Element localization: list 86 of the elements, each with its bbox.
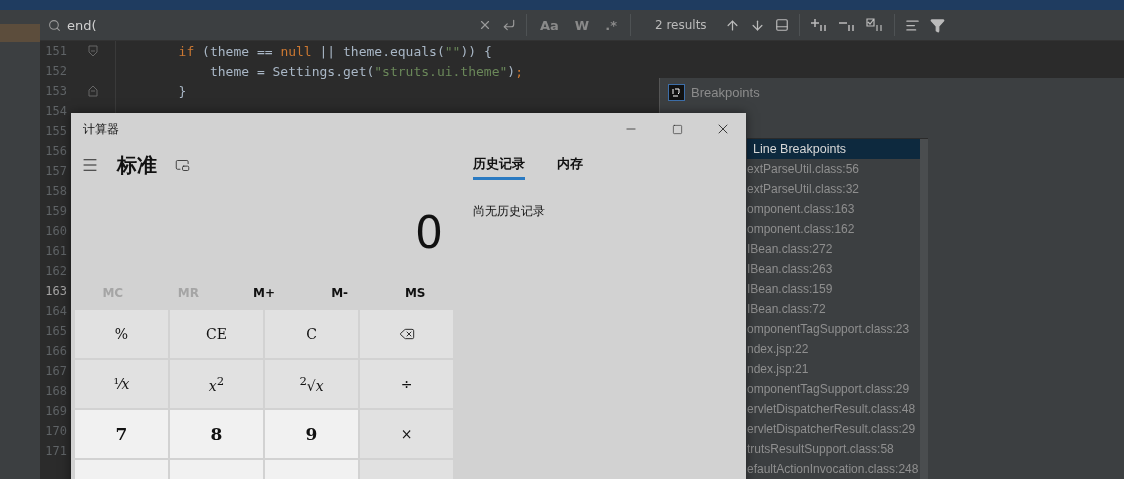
panel-tab[interactable]: 内存 [557,150,583,180]
line-number: 157 [44,164,67,178]
lines-icon[interactable] [904,17,920,33]
arrow-down-icon[interactable] [749,17,765,33]
search-icon [48,18,61,32]
memory-button[interactable]: MS [398,285,432,301]
line-number: 169 [44,404,67,418]
line-number: 162 [44,264,67,278]
scrollbar[interactable] [920,139,929,479]
menu-icon[interactable] [81,156,99,174]
line-number: 168 [44,384,67,398]
backspace-icon [398,326,415,342]
panel-tab[interactable]: 历史记录 [473,150,525,180]
filter-icon[interactable] [929,17,945,33]
breakpoint-item[interactable]: IBean.class:72 [747,299,921,319]
breakpoint-item[interactable]: ervletDispatcherResult.class:29 [747,419,921,439]
tree-group-item[interactable]: Line Breakpoints [747,139,921,159]
search-field[interactable]: end( [48,10,468,40]
breakpoint-item[interactable]: efaultActionInvocation.class:248 [747,459,921,479]
line-number: 166 [44,344,67,358]
line-number: 160 [44,224,67,238]
breakpoint-item[interactable]: IBean.class:272 [747,239,921,259]
dialog-title: Breakpoints [691,84,760,100]
breakpoint-item[interactable]: ndex.jsp:21 [747,359,921,379]
breakpoint-item[interactable]: omponentTagSupport.class:23 [747,319,921,339]
line-number: 153 [44,84,67,98]
maximize-icon [671,123,683,135]
line-number: 159 [44,204,67,218]
line-number: 164 [44,304,67,318]
calculator-key[interactable]: ¹⁄x [75,360,168,408]
line-number: 171 [44,444,67,458]
calculator-key[interactable]: ÷ [360,360,453,408]
newline-icon[interactable] [502,18,516,32]
app-logo-icon [668,83,685,101]
calculator-key[interactable]: x$^{2}$ [170,360,263,408]
fold-marker-icon[interactable] [88,85,98,97]
breakpoint-item[interactable]: extParseUtil.class:56 [747,159,921,179]
plus-icon[interactable] [809,18,828,32]
breakpoint-item[interactable]: omponent.class:163 [747,199,921,219]
calculator-key[interactable]: CE [170,310,263,358]
result-count: 2 results [653,18,708,32]
empty-history-message: 尚无历史记录 [473,203,546,220]
option-toggle[interactable]: Aa [537,17,562,33]
line-number: 163 [44,284,67,298]
selected-row-highlight [0,24,40,42]
calculator-key[interactable]: 7 [75,410,168,458]
line-number: 167 [44,364,67,378]
breakpoint-item[interactable]: extParseUtil.class:32 [747,179,921,199]
calculator-key[interactable]: 9 [265,410,358,458]
fold-marker-icon[interactable] [88,45,98,57]
window-title: 计算器 [83,120,120,138]
memory-button[interactable]: M+ [247,285,281,301]
breakpoint-item[interactable]: IBean.class:159 [747,279,921,299]
breakpoint-item[interactable]: omponentTagSupport.class:29 [747,379,921,399]
memory-button[interactable]: M- [325,285,355,301]
panel-icon[interactable] [774,18,789,32]
checkbox-icon[interactable] [865,18,884,32]
line-number: 154 [44,104,67,118]
line-number: 158 [44,184,67,198]
line-number: 161 [44,244,67,258]
keep-on-top-icon[interactable] [175,157,190,173]
breakpoint-item[interactable]: ndex.jsp:22 [747,339,921,359]
result-display: 0 [414,206,444,260]
line-number: 156 [44,144,67,158]
line-number: 155 [44,124,67,138]
calculator-key[interactable]: $^{2}$√x [265,360,358,408]
clear-icon[interactable] [478,18,492,32]
option-toggle[interactable]: .* [602,17,620,33]
line-number: 151 [44,44,67,58]
search-text: end( [67,17,97,33]
line-number: 152 [44,64,67,78]
breakpoint-item[interactable]: IBean.class:263 [747,259,921,279]
calculator-key[interactable]: × [360,410,453,458]
option-toggle[interactable]: W [571,17,593,33]
calculator-key[interactable]: % [75,310,168,358]
code-line: if (theme == null || theme.equals("")) { [177,43,492,59]
code-line: theme = Settings.get("struts.ui.theme"); [208,63,523,79]
calculator-key[interactable]: 8 [170,410,263,458]
mode-title: 标准 [117,151,157,179]
line-number: 165 [44,324,67,338]
line-number: 170 [44,424,67,438]
breakpoint-item[interactable]: trutsResultSupport.class:58 [747,439,921,459]
breakpoint-item[interactable]: ervletDispatcherResult.class:48 [747,399,921,419]
breakpoint-item[interactable]: omponent.class:162 [747,219,921,239]
calculator-key[interactable]: C [265,310,358,358]
code-line: } [177,83,187,99]
